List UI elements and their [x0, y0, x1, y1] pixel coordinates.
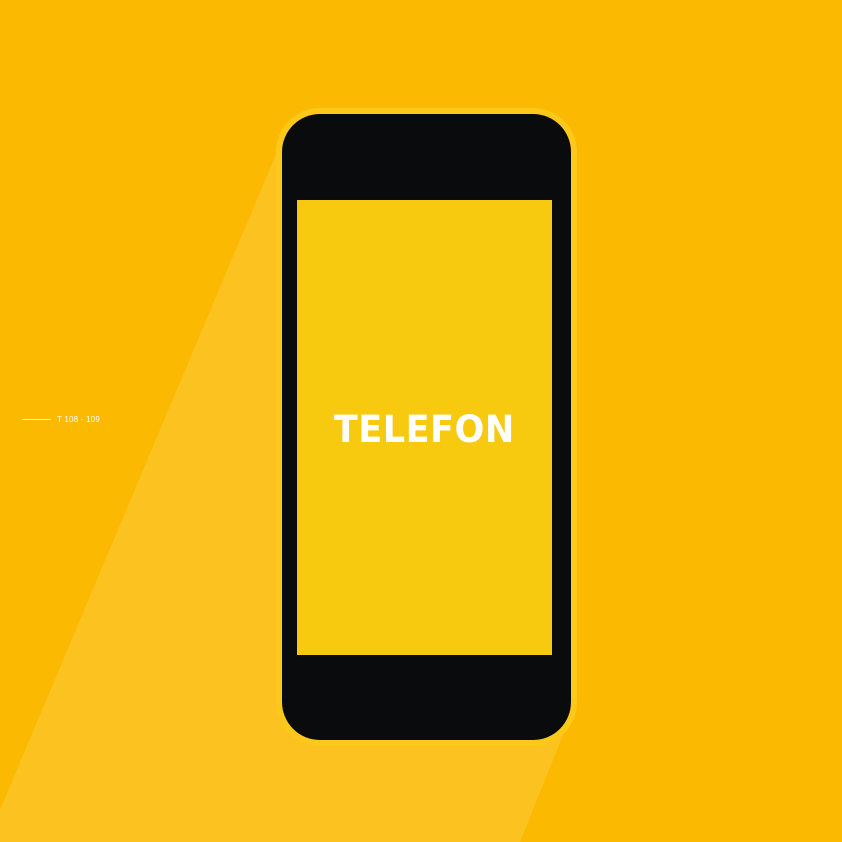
- page-reference: T 108 - 109: [22, 413, 100, 425]
- illustration-canvas: T 108 - 109 TELEFON: [0, 0, 842, 842]
- screen-title: TELEFON: [333, 408, 516, 451]
- page-reference-line: [22, 418, 51, 420]
- page-reference-text: T 108 - 109: [57, 414, 100, 424]
- phone-screen: TELEFON: [297, 200, 552, 655]
